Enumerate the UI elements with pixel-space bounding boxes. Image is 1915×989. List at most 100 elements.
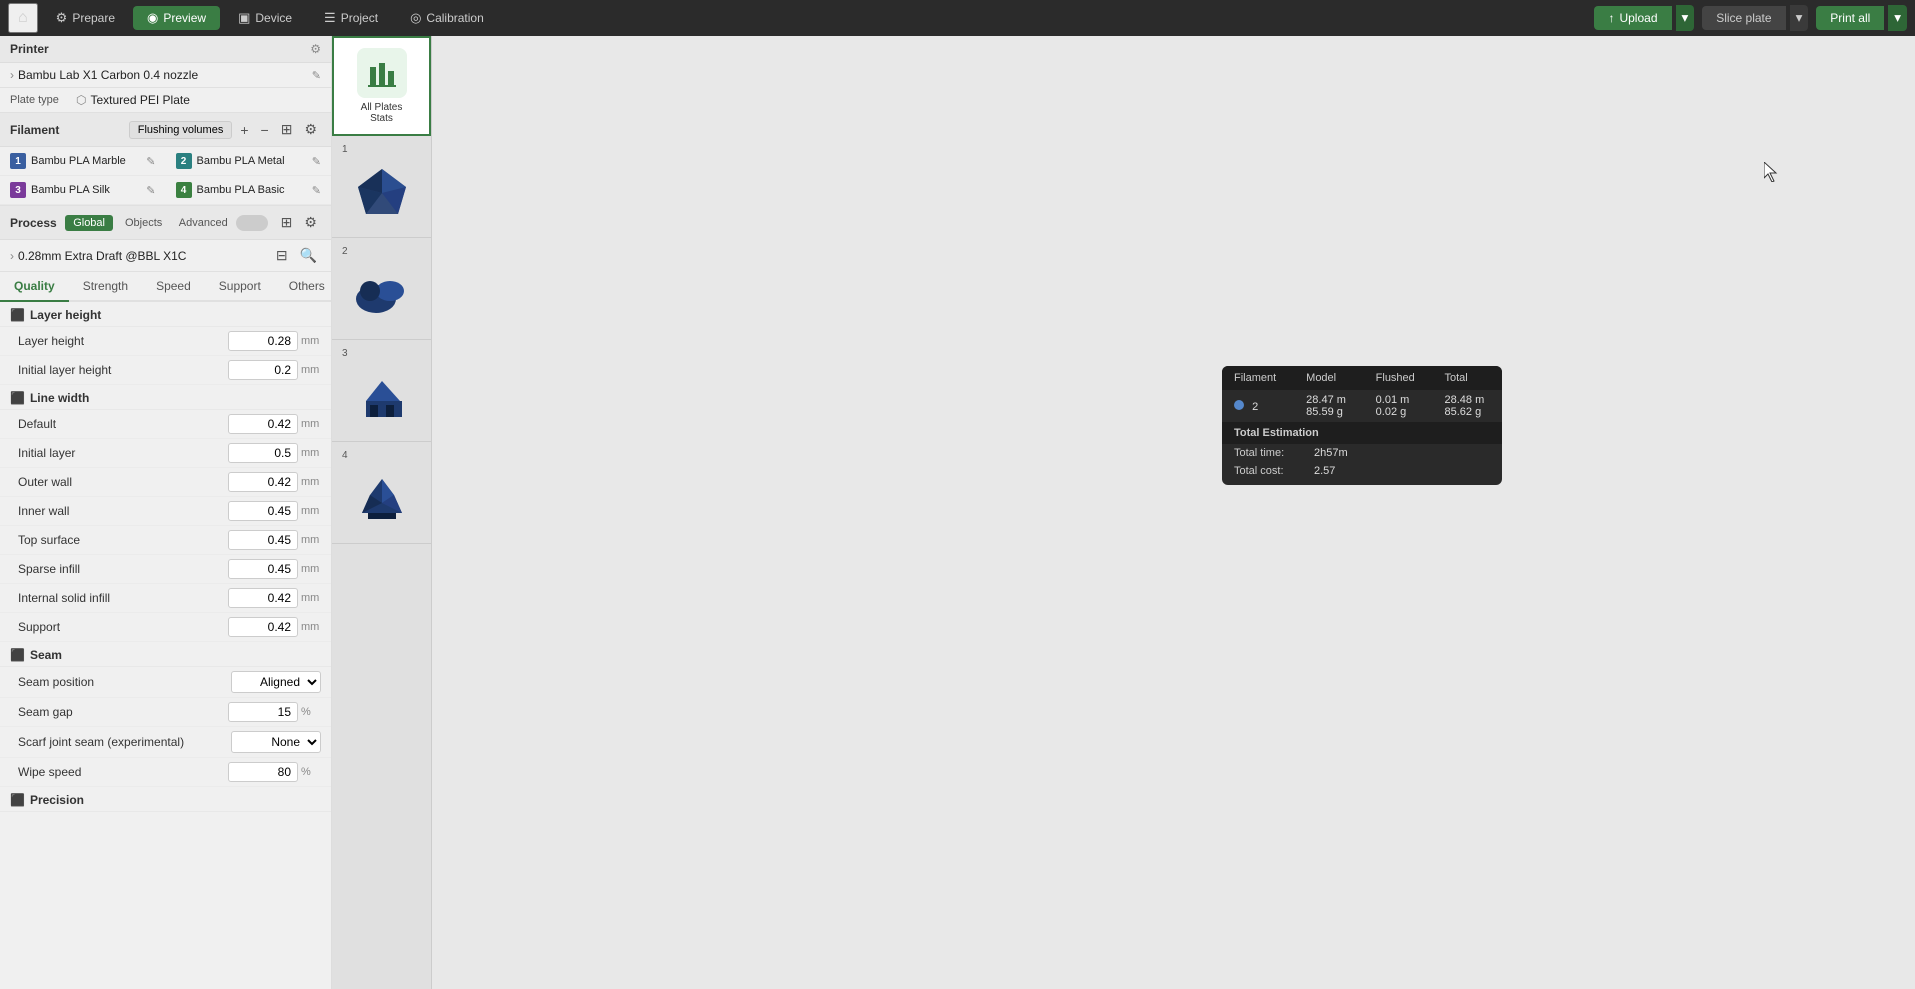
- wipe-speed-input[interactable]: [228, 762, 298, 782]
- plate-3-model: [348, 363, 416, 431]
- plate-thumb-4[interactable]: 4: [332, 442, 431, 544]
- stats-thumb-label: All PlatesStats: [361, 102, 403, 124]
- lw-internal-input[interactable]: [228, 588, 298, 608]
- plate-type-value[interactable]: ⬡ Textured PEI Plate: [76, 93, 190, 107]
- tab-global[interactable]: Global: [65, 215, 113, 231]
- filament-edit-2[interactable]: ✎: [312, 155, 321, 168]
- process-copy-icon[interactable]: ⊞: [277, 212, 297, 233]
- preset-compare-button[interactable]: ⊟: [272, 245, 292, 266]
- seam-position-row: Seam position Aligned: [0, 667, 331, 698]
- initial-layer-height-value-group: mm: [228, 360, 321, 380]
- scarf-joint-select[interactable]: None: [231, 731, 321, 753]
- initial-layer-height-input[interactable]: [228, 360, 298, 380]
- filament-edit-1[interactable]: ✎: [146, 155, 155, 168]
- filament-section-header: Filament Flushing volumes + − ⊞ ⚙: [0, 113, 331, 147]
- nav-calibration[interactable]: ◎ Calibration: [396, 6, 498, 30]
- lw-initial-input[interactable]: [228, 443, 298, 463]
- total-time-value: 2h57m: [1314, 447, 1348, 459]
- line-width-outer-row: Outer wall mm: [0, 468, 331, 497]
- layer-height-input[interactable]: [228, 331, 298, 351]
- process-section-title: Process: [10, 216, 57, 230]
- filament-grid: 1 Bambu PLA Marble ✎ 2 Bambu PLA Metal ✎…: [0, 147, 331, 206]
- nav-preview[interactable]: ◉ Preview: [133, 6, 220, 30]
- line-width-inner-row: Inner wall mm: [0, 497, 331, 526]
- initial-layer-height-label: Initial layer height: [18, 363, 228, 377]
- line-width-initial-row: Initial layer mm: [0, 439, 331, 468]
- lw-top-input[interactable]: [228, 530, 298, 550]
- tab-others[interactable]: Others: [275, 272, 332, 302]
- advanced-label: Advanced: [179, 217, 228, 229]
- lw-inner-label: Inner wall: [18, 504, 228, 518]
- lw-inner-input[interactable]: [228, 501, 298, 521]
- lw-support-input[interactable]: [228, 617, 298, 637]
- preset-arrow: ›: [10, 249, 14, 263]
- initial-layer-height-unit: mm: [301, 364, 321, 376]
- stats-icon: [357, 48, 407, 98]
- advanced-toggle[interactable]: [236, 215, 268, 231]
- cursor-icon: [1764, 162, 1780, 182]
- plate-thumb-2[interactable]: 2: [332, 238, 431, 340]
- upload-button[interactable]: ↑ Upload: [1594, 6, 1671, 30]
- col-total: Total: [1432, 366, 1502, 390]
- plate-2-img: [346, 259, 418, 331]
- plate-thumb-3[interactable]: 3: [332, 340, 431, 442]
- seam-section: ⬛ Seam Seam position Aligned Seam gap % …: [0, 642, 331, 787]
- filament-item-3: 3 Bambu PLA Silk ✎: [0, 176, 166, 205]
- precision-section: ⬛ Precision: [0, 787, 331, 812]
- slice-button[interactable]: Slice plate: [1702, 6, 1785, 30]
- nav-device[interactable]: ▣ Device: [224, 6, 306, 30]
- seam-gap-label: Seam gap: [18, 705, 228, 719]
- seam-position-select[interactable]: Aligned: [231, 671, 321, 693]
- lw-default-input[interactable]: [228, 414, 298, 434]
- plate-3-num: 3: [342, 348, 348, 359]
- tab-objects[interactable]: Objects: [117, 215, 170, 231]
- filament-section-title: Filament: [10, 123, 59, 137]
- filament-name-2: Bambu PLA Metal: [197, 155, 285, 167]
- tab-quality[interactable]: Quality: [0, 272, 69, 302]
- filament-name-1: Bambu PLA Marble: [31, 155, 126, 167]
- line-width-default-row: Default mm: [0, 410, 331, 439]
- process-settings-icon[interactable]: ⚙: [300, 212, 321, 233]
- filament-settings-button[interactable]: ⚙: [300, 119, 321, 140]
- mouse-cursor: [1764, 162, 1780, 182]
- plate-thumb-1[interactable]: 1: [332, 136, 431, 238]
- precision-collapse-icon[interactable]: ⬛: [10, 793, 25, 807]
- print-button[interactable]: Print all: [1816, 6, 1884, 30]
- printer-edit-icon[interactable]: ✎: [312, 69, 321, 82]
- lw-sparse-input[interactable]: [228, 559, 298, 579]
- layer-height-collapse-icon[interactable]: ⬛: [10, 308, 25, 322]
- filament-remove-button[interactable]: −: [257, 120, 273, 140]
- line-width-collapse-icon[interactable]: ⬛: [10, 391, 25, 405]
- total-time-label: Total time:: [1234, 447, 1314, 459]
- slice-arrow-button[interactable]: ▾: [1790, 5, 1809, 31]
- print-arrow-button[interactable]: ▾: [1888, 5, 1907, 31]
- seam-collapse-icon[interactable]: ⬛: [10, 648, 25, 662]
- line-width-sparse-row: Sparse infill mm: [0, 555, 331, 584]
- filament-add-button[interactable]: +: [236, 120, 252, 140]
- upload-arrow-button[interactable]: ▾: [1676, 5, 1695, 31]
- all-plates-stats-thumb[interactable]: All PlatesStats: [332, 36, 431, 136]
- nav-project[interactable]: ☰ Project: [310, 6, 392, 30]
- quality-tabs-bar: Quality Strength Speed Support Others: [0, 272, 331, 302]
- home-button[interactable]: ⌂: [8, 3, 38, 33]
- preset-search-button[interactable]: 🔍: [296, 245, 321, 266]
- tab-support[interactable]: Support: [205, 272, 275, 302]
- nav-prepare[interactable]: ⚙ Prepare: [42, 6, 129, 30]
- filament-edit-4[interactable]: ✎: [312, 184, 321, 197]
- filament-num-3: 3: [10, 182, 26, 198]
- flushing-volumes-button[interactable]: Flushing volumes: [129, 121, 233, 139]
- upload-icon: ↑: [1608, 11, 1614, 25]
- filament-copy-button[interactable]: ⊞: [277, 119, 297, 140]
- printer-settings-icon[interactable]: ⚙: [310, 42, 321, 56]
- row1-total: 28.48 m 85.62 g: [1432, 390, 1502, 422]
- seam-gap-input[interactable]: [228, 702, 298, 722]
- filament-controls: Flushing volumes + − ⊞ ⚙: [129, 119, 321, 140]
- lw-top-label: Top surface: [18, 533, 228, 547]
- process-tabs: Global Objects: [65, 215, 170, 231]
- tab-speed[interactable]: Speed: [142, 272, 205, 302]
- tab-strength[interactable]: Strength: [69, 272, 142, 302]
- filament-edit-3[interactable]: ✎: [146, 184, 155, 197]
- lw-outer-input[interactable]: [228, 472, 298, 492]
- wipe-speed-label: Wipe speed: [18, 765, 228, 779]
- filament-item-1: 1 Bambu PLA Marble ✎: [0, 147, 166, 176]
